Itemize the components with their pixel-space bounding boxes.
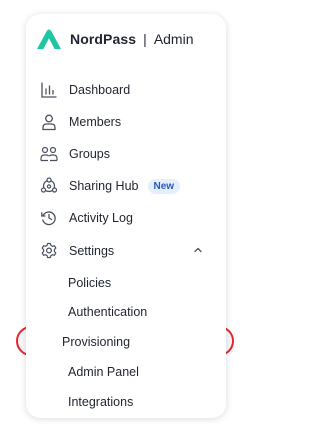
nav-label-sharing-hub: Sharing Hub bbox=[69, 179, 139, 193]
nav-item-members[interactable]: Members bbox=[40, 111, 212, 133]
nav-item-settings[interactable]: Settings bbox=[40, 240, 212, 262]
nordpass-logo-icon bbox=[36, 28, 62, 50]
settings-subitem-provisioning[interactable]: Provisioning bbox=[62, 332, 130, 352]
brand-name: NordPass bbox=[70, 31, 137, 47]
subitem-label-provisioning: Provisioning bbox=[62, 335, 131, 349]
brand-section: Admin bbox=[153, 31, 194, 47]
nav-label-groups: Groups bbox=[69, 147, 110, 161]
nav-item-groups[interactable]: Groups bbox=[40, 143, 212, 165]
settings-subitem-integrations[interactable]: Integrations bbox=[68, 392, 133, 412]
settings-subitem-authentication[interactable]: Authentication bbox=[68, 302, 147, 322]
nav-label-settings: Settings bbox=[69, 244, 115, 258]
nav-item-activity-log[interactable]: Activity Log bbox=[40, 207, 212, 229]
nav-item-sharing-hub[interactable]: Sharing Hub New bbox=[40, 175, 212, 197]
subitem-label-admin-panel: Admin Panel bbox=[68, 365, 139, 379]
admin-sidebar: NordPass | Admin Dashboard Members Group… bbox=[26, 14, 226, 418]
nav-label-dashboard: Dashboard bbox=[69, 83, 131, 97]
user-icon bbox=[40, 113, 58, 131]
subitem-label-authentication: Authentication bbox=[68, 305, 148, 319]
history-icon bbox=[40, 209, 58, 227]
share-icon bbox=[40, 177, 58, 195]
new-badge: New bbox=[147, 178, 181, 194]
settings-subitem-admin-panel[interactable]: Admin Panel bbox=[68, 362, 139, 382]
subitem-label-integrations: Integrations bbox=[68, 395, 134, 409]
chevron-up-icon[interactable] bbox=[192, 244, 204, 256]
subitem-label-policies: Policies bbox=[68, 276, 112, 290]
gear-icon bbox=[40, 242, 58, 260]
bar-chart-icon bbox=[40, 81, 58, 99]
brand-separator: | bbox=[143, 31, 147, 47]
settings-subitem-policies[interactable]: Policies bbox=[68, 273, 111, 293]
brand-header: NordPass | Admin bbox=[36, 27, 194, 51]
users-icon bbox=[40, 145, 58, 163]
nav-label-members: Members bbox=[69, 115, 122, 129]
nav-label-activity-log: Activity Log bbox=[69, 211, 133, 225]
nav-item-dashboard[interactable]: Dashboard bbox=[40, 79, 212, 101]
